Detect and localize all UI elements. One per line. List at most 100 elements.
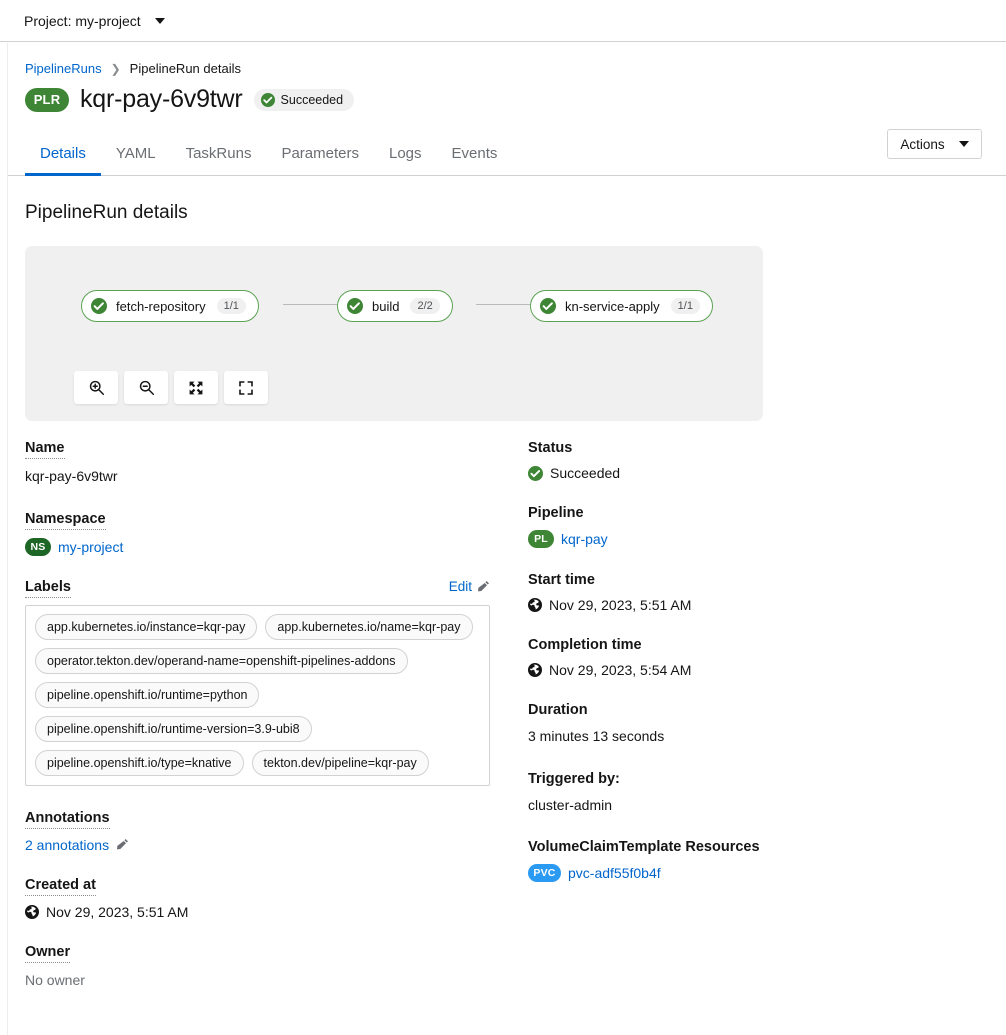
field-duration: Duration 3 minutes 13 seconds (528, 701, 940, 747)
details-column-left: Name kqr-pay-6v9twr Namespace NS my-proj… (25, 439, 520, 1013)
field-name-value: kqr-pay-6v9twr (25, 467, 520, 487)
field-volumeclaimtemplate-resources: VolumeClaimTemplate Resources PVC pvc-ad… (528, 838, 940, 882)
field-pipeline-value: PL kqr-pay (528, 530, 940, 548)
graph-node-count: 1/1 (671, 298, 700, 314)
magnifier-minus-icon (138, 379, 155, 396)
edit-labels-button[interactable]: Edit (449, 579, 490, 594)
tab-bar: Details YAML TaskRuns Parameters Logs Ev… (8, 134, 1006, 176)
field-volumeclaim-value: PVC pvc-adf55f0b4f (528, 864, 940, 882)
field-labels: Labels Edit app.kubernetes.io/instance=k… (25, 579, 520, 786)
field-owner-value: No owner (25, 971, 520, 991)
field-owner-label: Owner (25, 944, 70, 963)
annotations-link[interactable]: 2 annotations (25, 837, 109, 853)
field-start-time-value: Nov 29, 2023, 5:51 AM (528, 597, 940, 613)
field-completion-time-label: Completion time (528, 637, 642, 653)
graph-node-fetch-repository[interactable]: fetch-repository 1/1 (81, 290, 259, 322)
page-title: kqr-pay-6v9twr (80, 85, 243, 114)
field-triggered-by-label: Triggered by: (528, 771, 620, 787)
field-completion-time: Completion time Nov 29, 2023, 5:54 AM (528, 636, 940, 678)
edit-labels-label: Edit (449, 579, 472, 594)
field-status-label: Status (528, 440, 572, 456)
field-owner: Owner No owner (25, 943, 520, 991)
pencil-icon[interactable] (116, 838, 129, 851)
graph-node-label: fetch-repository (116, 299, 206, 314)
namespace-link[interactable]: my-project (58, 539, 123, 555)
pencil-icon (477, 580, 490, 593)
label-chip[interactable]: pipeline.openshift.io/type=knative (35, 750, 244, 776)
tab-taskruns[interactable]: TaskRuns (171, 135, 267, 176)
globe-icon (528, 663, 542, 677)
label-chip[interactable]: app.kubernetes.io/name=kqr-pay (265, 614, 472, 640)
project-selector-label: Project: my-project (24, 13, 141, 29)
tab-parameters[interactable]: Parameters (266, 135, 374, 176)
graph-toolbar (74, 371, 268, 404)
label-chip[interactable]: pipeline.openshift.io/runtime-version=3.… (35, 716, 312, 742)
start-time-value: Nov 29, 2023, 5:51 AM (549, 597, 691, 613)
namespace-badge: NS (25, 538, 51, 556)
pipeline-graph[interactable]: fetch-repository 1/1 build 2/2 kn-servic… (25, 246, 763, 421)
pipeline-badge: PL (528, 530, 554, 548)
graph-node-count: 2/2 (410, 298, 439, 314)
label-chip[interactable]: app.kubernetes.io/instance=kqr-pay (35, 614, 257, 640)
field-labels-label: Labels (25, 579, 71, 598)
section-title: PipelineRun details (8, 176, 1006, 224)
expand-arrows-icon (188, 380, 204, 396)
field-namespace-value: NS my-project (25, 538, 520, 556)
field-duration-label: Duration (528, 702, 588, 718)
label-chip[interactable]: pipeline.openshift.io/runtime=python (35, 682, 259, 708)
label-chip[interactable]: operator.tekton.dev/operand-name=openshi… (35, 648, 408, 674)
status-badge: Succeeded (254, 89, 355, 111)
actions-button-label: Actions (900, 137, 944, 152)
field-completion-time-value: Nov 29, 2023, 5:54 AM (528, 662, 940, 678)
labels-list: app.kubernetes.io/instance=kqr-pay app.k… (25, 605, 490, 786)
field-annotations: Annotations 2 annotations (25, 809, 520, 853)
tab-yaml[interactable]: YAML (101, 135, 171, 176)
globe-icon (25, 905, 39, 919)
project-bar: Project: my-project (0, 0, 1006, 42)
fit-to-screen-button[interactable] (174, 371, 218, 404)
pipelinerun-details-page: Project: my-project PipelineRuns ❯ Pipel… (0, 0, 1006, 1035)
content-frame: PipelineRuns ❯ PipelineRun details PLR k… (7, 43, 1006, 1035)
graph-node-label: kn-service-apply (565, 299, 660, 314)
breadcrumb-current: PipelineRun details (130, 61, 241, 76)
field-start-time: Start time Nov 29, 2023, 5:51 AM (528, 571, 940, 613)
graph-node-build[interactable]: build 2/2 (337, 290, 453, 322)
resource-kind-badge: PLR (25, 88, 69, 112)
field-namespace: Namespace NS my-project (25, 510, 520, 556)
field-namespace-label: Namespace (25, 511, 106, 530)
created-at-value: Nov 29, 2023, 5:51 AM (46, 904, 188, 920)
project-selector[interactable]: Project: my-project (24, 13, 165, 29)
field-name: Name kqr-pay-6v9twr (25, 439, 520, 487)
field-status: Status Succeeded (528, 439, 940, 481)
caret-down-icon (959, 141, 969, 147)
field-duration-value: 3 minutes 13 seconds (528, 727, 940, 747)
pipeline-link[interactable]: kqr-pay (561, 531, 608, 547)
actions-button[interactable]: Actions (887, 129, 982, 159)
breadcrumb-link-pipelineruns[interactable]: PipelineRuns (25, 61, 102, 76)
tab-events[interactable]: Events (437, 135, 513, 176)
fullscreen-button[interactable] (224, 371, 268, 404)
field-created-at-value: Nov 29, 2023, 5:51 AM (25, 904, 520, 920)
check-circle-icon (91, 298, 107, 314)
pvc-link[interactable]: pvc-adf55f0b4f (568, 865, 661, 881)
zoom-out-button[interactable] (124, 371, 168, 404)
tab-details[interactable]: Details (25, 135, 101, 176)
field-annotations-label: Annotations (25, 810, 110, 829)
graph-node-count: 1/1 (217, 298, 246, 314)
page-header: PipelineRuns ❯ PipelineRun details PLR k… (8, 43, 1006, 114)
label-chip[interactable]: tekton.dev/pipeline=kqr-pay (252, 750, 429, 776)
zoom-in-button[interactable] (74, 371, 118, 404)
field-pipeline-label: Pipeline (528, 505, 584, 521)
field-triggered-by: Triggered by: cluster-admin (528, 770, 940, 816)
field-created-at: Created at Nov 29, 2023, 5:51 AM (25, 876, 520, 920)
chevron-right-icon: ❯ (111, 63, 121, 75)
field-triggered-by-value: cluster-admin (528, 796, 940, 816)
details-column-right: Status Succeeded Pipeline PL kqr-pay (520, 439, 940, 1013)
graph-node-label: build (372, 299, 399, 314)
tab-logs[interactable]: Logs (374, 135, 437, 176)
title-row: PLR kqr-pay-6v9twr Succeeded (25, 85, 982, 114)
graph-node-kn-service-apply[interactable]: kn-service-apply 1/1 (530, 290, 713, 322)
chevron-down-icon (155, 18, 165, 24)
check-circle-icon (261, 93, 275, 107)
field-annotations-value: 2 annotations (25, 837, 520, 853)
